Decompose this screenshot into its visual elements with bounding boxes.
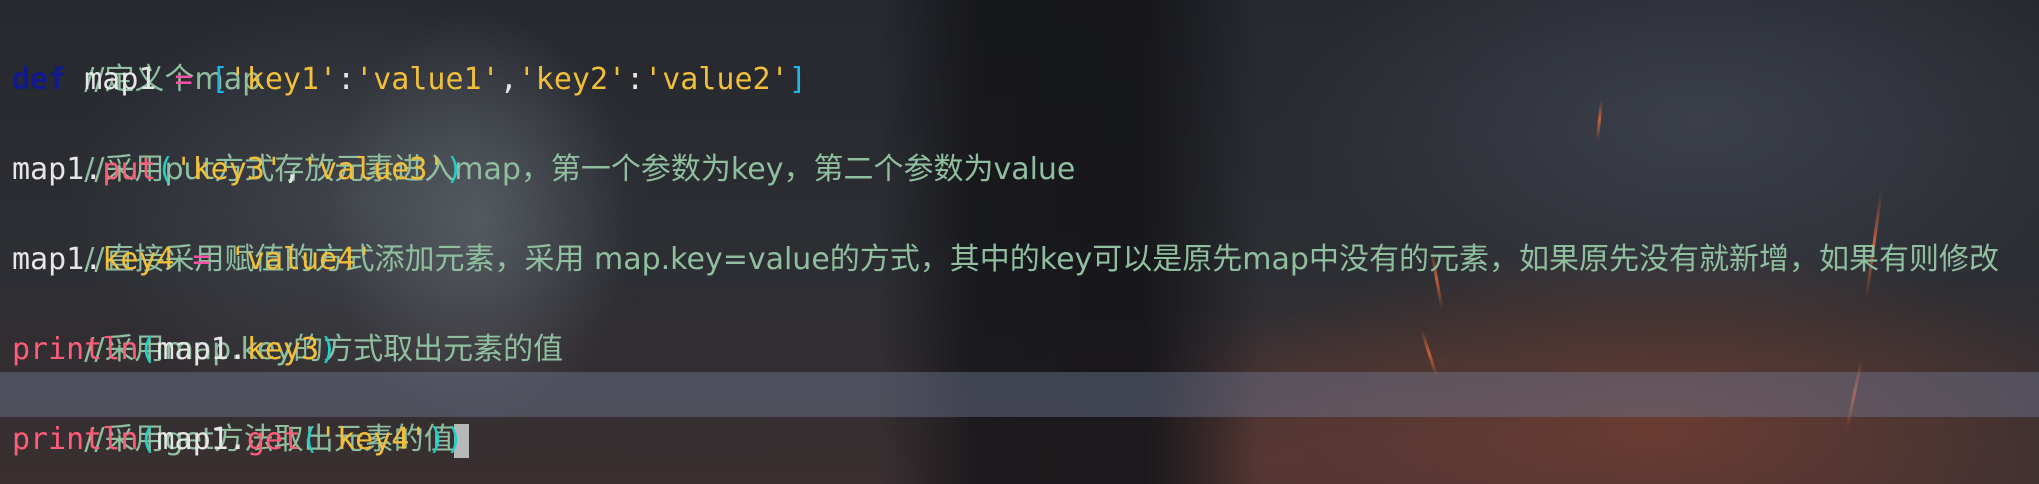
string-literal: 'value3' <box>301 152 446 187</box>
punctuation: . <box>228 332 247 367</box>
method-call: put <box>102 152 157 187</box>
code-line-comment-current[interactable]: //采用get方法取出元素的值 <box>0 372 2039 458</box>
identifier: map1 <box>156 332 229 367</box>
paren-close: ) <box>445 152 464 187</box>
code-line-comment[interactable]: //采用put方式存放元素进入map，第一个参数为key，第二个参数为value <box>12 102 1075 187</box>
function-call: println <box>12 332 139 367</box>
string-literal: 'key1' <box>228 62 338 97</box>
paren-open: ( <box>138 332 157 367</box>
code-line-def[interactable]: def map1 = ['key1':'value1','key2':'valu… <box>12 57 807 102</box>
code-editor[interactable]: //定义个map def map1 = ['key1':'value1','ke… <box>0 0 2039 484</box>
code-line-comment[interactable]: //采用map.key的方式取出元素的值 <box>12 282 563 367</box>
bracket-close: ] <box>788 62 807 97</box>
string-literal: 'key4' <box>319 422 428 457</box>
identifier: map1 <box>12 152 85 187</box>
operator: = <box>174 242 229 277</box>
paren-open: ( <box>301 422 320 457</box>
paren-open: ( <box>156 152 175 187</box>
code-line-assign[interactable]: map1.key4 = 'value4' <box>12 237 373 282</box>
operator: = <box>174 62 193 97</box>
code-line-put[interactable]: map1.put('key3','value3') <box>12 147 464 192</box>
paren-close: ) <box>319 332 338 367</box>
punctuation: . <box>228 422 247 457</box>
identifier: map1 <box>156 422 229 457</box>
bracket-open: [ <box>192 62 229 97</box>
identifier: map1 <box>66 62 175 97</box>
property: key4 <box>102 242 175 277</box>
code-line-comment[interactable]: //直接采用赋值的方式添加元素，采用 map.key=value的方式，其中的k… <box>12 192 1999 277</box>
function-call: println <box>12 422 139 457</box>
string-literal: 'value2' <box>644 62 789 97</box>
punctuation: . <box>84 152 103 187</box>
property: key3 <box>246 332 320 367</box>
string-literal: 'key3' <box>174 152 283 187</box>
identifier: map1 <box>12 242 85 277</box>
punctuation: : <box>626 62 645 97</box>
code-line-println[interactable]: println(map1.get('key4')) <box>12 417 464 462</box>
code-line-comment[interactable]: //定义个map <box>12 12 261 97</box>
string-literal: 'value4' <box>228 242 374 277</box>
method-call: get <box>246 422 301 457</box>
punctuation: , <box>282 152 301 187</box>
punctuation: . <box>84 242 103 277</box>
keyword-def: def <box>12 62 67 97</box>
paren-open: ( <box>138 422 157 457</box>
code-line-println[interactable]: println(map1.key3) <box>12 327 337 372</box>
punctuation: , <box>499 62 518 97</box>
punctuation: : <box>337 62 356 97</box>
string-literal: 'value1' <box>355 62 500 97</box>
string-literal: 'key2' <box>517 62 627 97</box>
paren-close: )) <box>427 422 464 457</box>
